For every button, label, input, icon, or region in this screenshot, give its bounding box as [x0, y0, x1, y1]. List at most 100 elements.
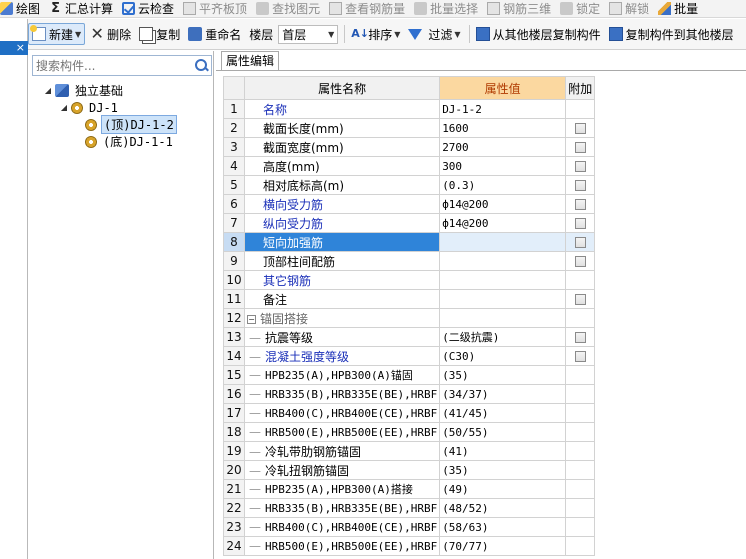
property-row[interactable]: 22— HRB335(B),HRB335E(BE),HRBF (48/52): [223, 498, 596, 518]
property-row[interactable]: 7 纵向受力筋 ф14@200: [223, 213, 596, 233]
property-value[interactable]: 300: [439, 156, 567, 176]
extra-checkbox[interactable]: [574, 294, 586, 305]
copy-button[interactable]: 复制: [136, 23, 183, 45]
tree-line-icon: —: [249, 349, 261, 364]
search-input[interactable]: [33, 56, 191, 75]
cloud-check-icon: [122, 2, 136, 15]
toolbar-unlock-button[interactable]: 解锁: [609, 0, 649, 17]
property-value[interactable]: (35): [439, 460, 567, 480]
property-value[interactable]: [439, 308, 567, 328]
property-value[interactable]: [439, 270, 567, 290]
property-value[interactable]: (34/37): [439, 384, 567, 404]
property-row[interactable]: 2 截面长度(mm) 1600: [223, 118, 596, 138]
property-row[interactable]: 14— 混凝土强度等级 (C30): [223, 346, 596, 366]
property-value[interactable]: 2700: [439, 137, 567, 157]
property-value[interactable]: ф14@200: [439, 194, 567, 214]
toolbar-find-element-button[interactable]: 查找图元: [256, 0, 320, 17]
extra-checkbox[interactable]: [574, 351, 586, 362]
tree-line-icon: —: [249, 482, 261, 496]
property-row[interactable]: 8 短向加强筋: [223, 232, 596, 252]
new-button[interactable]: 新建 ▼: [28, 23, 86, 45]
property-row[interactable]: 24— HRB500(E),HRB500E(EE),HRBF (70/77): [223, 536, 596, 556]
property-value[interactable]: (二级抗震): [439, 327, 567, 347]
property-row[interactable]: 1 名称 DJ-1-2: [223, 99, 596, 119]
tab-property-editor[interactable]: 属性编辑: [221, 51, 279, 71]
tree-node-child[interactable]: (底)DJ-1-1: [29, 133, 214, 150]
property-row[interactable]: 17— HRB400(C),HRB400E(CE),HRBF (41/45): [223, 403, 596, 423]
copy-from-floor-button[interactable]: 从其他楼层复制构件: [473, 23, 604, 45]
property-row[interactable]: 6 横向受力筋 ф14@200: [223, 194, 596, 214]
extra-checkbox[interactable]: [574, 332, 586, 343]
property-row[interactable]: 15— HPB235(A),HPB300(A)锚固 (35): [223, 365, 596, 385]
property-row[interactable]: 21— HPB235(A),HPB300(A)搭接 (49): [223, 479, 596, 499]
tree-node-root[interactable]: ◢ 独立基础: [29, 82, 214, 99]
property-row[interactable]: 10 其它钢筋: [223, 270, 596, 290]
property-value[interactable]: (C30): [439, 346, 567, 366]
extra-checkbox[interactable]: [574, 218, 586, 229]
filter-icon: [408, 28, 423, 40]
property-row[interactable]: 19— 冷轧带肋钢筋锚固 (41): [223, 441, 596, 461]
extra-checkbox[interactable]: [574, 161, 586, 172]
copy-to-floor-button[interactable]: 复制构件到其他楼层: [606, 23, 737, 45]
expand-triangle-icon[interactable]: ◢: [59, 103, 69, 112]
property-row[interactable]: 11 备注: [223, 289, 596, 309]
filter-button[interactable]: 过滤 ▼: [405, 23, 463, 45]
tree-node-child[interactable]: (顶)DJ-1-2: [29, 115, 214, 134]
property-value[interactable]: (0.3): [439, 175, 567, 195]
property-value[interactable]: (70/77): [439, 536, 567, 556]
row-index: 24: [223, 536, 245, 556]
toolbar-rebar-3d-button[interactable]: 钢筋三维: [487, 0, 551, 17]
tree-node-group[interactable]: ◢ DJ-1: [29, 99, 214, 116]
extra-checkbox[interactable]: [574, 180, 586, 191]
property-row[interactable]: 12− 锚固搭接: [223, 308, 596, 328]
property-row[interactable]: 9 顶部柱间配筋: [223, 251, 596, 271]
row-index: 20: [223, 460, 245, 480]
chevron-down-icon: ▼: [328, 29, 335, 39]
floor-select[interactable]: 首层 ▼: [278, 24, 339, 44]
property-row[interactable]: 18— HRB500(E),HRB500E(EE),HRBF (50/55): [223, 422, 596, 442]
toolbar-view-rebar-button[interactable]: 查看钢筋量: [329, 0, 405, 17]
extra-checkbox[interactable]: [574, 237, 586, 248]
property-value[interactable]: (58/63): [439, 517, 567, 537]
property-value[interactable]: 1600: [439, 118, 567, 138]
rename-button[interactable]: 重命名: [185, 23, 244, 45]
property-row[interactable]: 20— 冷轧扭钢筋锚固 (35): [223, 460, 596, 480]
property-value[interactable]: [439, 251, 567, 271]
property-row[interactable]: 4 高度(mm) 300: [223, 156, 596, 176]
extra-checkbox[interactable]: [574, 142, 586, 153]
property-name: — HPB235(A),HPB300(A)锚固: [243, 365, 441, 385]
toolbar-batch-select-button[interactable]: 批量选择: [414, 0, 478, 17]
property-row[interactable]: 13— 抗震等级 (二级抗震): [223, 327, 596, 347]
property-row[interactable]: 23— HRB400(C),HRB400E(CE),HRBF (58/63): [223, 517, 596, 537]
property-value[interactable]: ф14@200: [439, 213, 567, 233]
property-row[interactable]: 16— HRB335(B),HRB335E(BE),HRBF (34/37): [223, 384, 596, 404]
extra-checkbox[interactable]: [574, 199, 586, 210]
property-value[interactable]: (41): [439, 441, 567, 461]
property-row[interactable]: 3 截面宽度(mm) 2700: [223, 137, 596, 157]
toolbar-batch-button[interactable]: 批量: [658, 0, 698, 17]
find-element-icon: [256, 2, 270, 15]
search-icon[interactable]: [191, 56, 211, 75]
toolbar-draw-button[interactable]: 绘图: [0, 0, 40, 17]
property-value[interactable]: (35): [439, 365, 567, 385]
property-row[interactable]: 5 相对底标高(m) (0.3): [223, 175, 596, 195]
delete-button[interactable]: ✕ 删除: [87, 23, 134, 45]
property-value[interactable]: DJ-1-2: [439, 99, 567, 119]
property-value[interactable]: (49): [439, 479, 567, 499]
toolbar-lock-button[interactable]: 锁定: [560, 0, 600, 17]
property-value[interactable]: (41/45): [439, 403, 567, 423]
extra-checkbox[interactable]: [574, 123, 586, 134]
extra-checkbox[interactable]: [574, 256, 586, 267]
property-value[interactable]: (50/55): [439, 422, 567, 442]
dock-close-icon[interactable]: ×: [0, 41, 28, 55]
property-value[interactable]: (48/52): [439, 498, 567, 518]
property-value[interactable]: [439, 289, 567, 309]
toolbar-cloud-check-button[interactable]: 云检查: [122, 0, 174, 17]
property-value[interactable]: [439, 232, 567, 252]
chevron-down-icon: ▼: [75, 29, 82, 39]
expand-triangle-icon[interactable]: ◢: [43, 86, 53, 95]
sort-button[interactable]: A↓ 排序 ▼: [348, 23, 403, 45]
collapse-icon[interactable]: −: [247, 314, 256, 324]
toolbar-sum-button[interactable]: Σ 汇总计算: [49, 0, 113, 17]
toolbar-align-top-button[interactable]: 平齐板顶: [183, 0, 247, 17]
